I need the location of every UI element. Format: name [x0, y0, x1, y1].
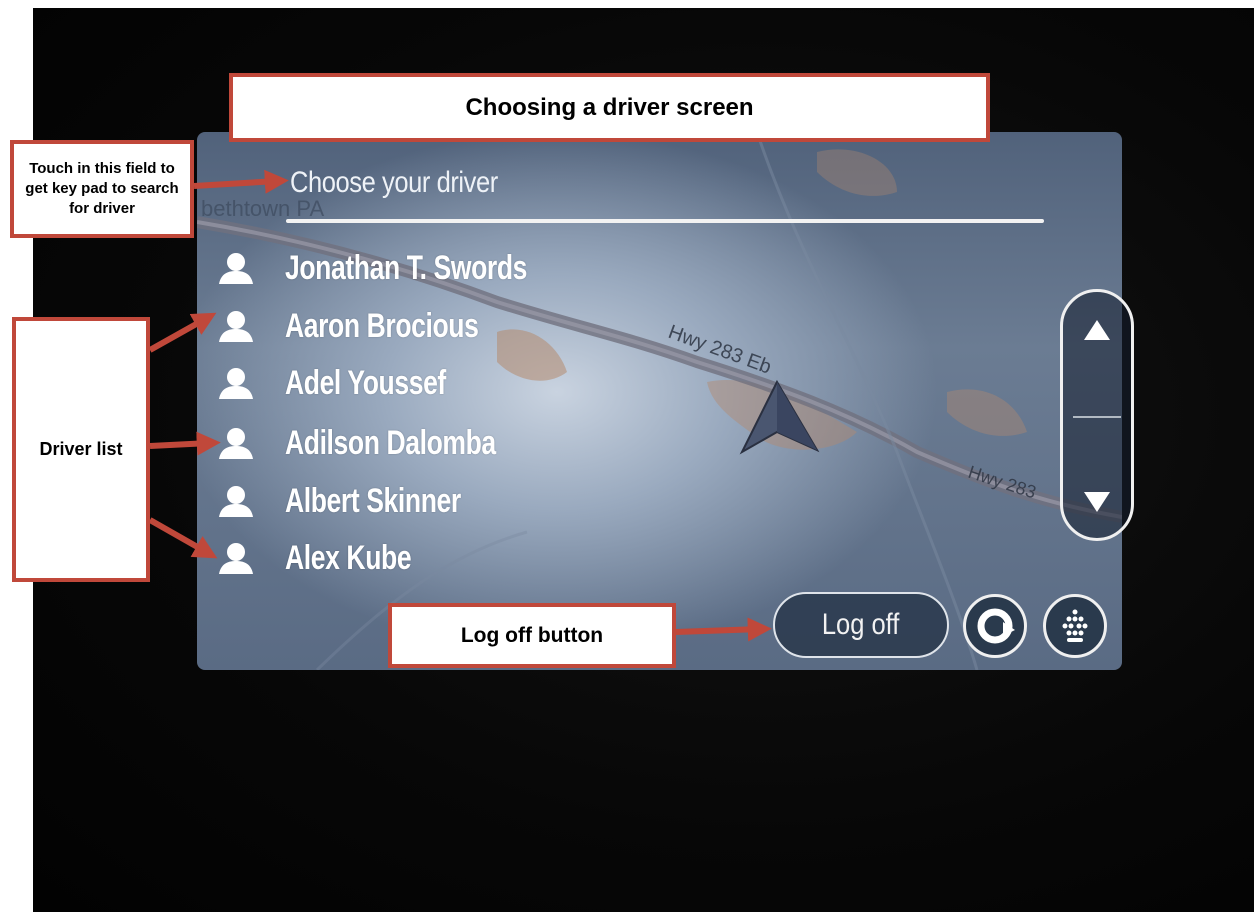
- annotation-log-off: Log off button: [388, 603, 676, 668]
- scroll-divider: [1073, 416, 1121, 418]
- map-road-label: Hwy 283: [966, 462, 1039, 503]
- refresh-icon: [977, 608, 1015, 644]
- person-icon: [215, 248, 257, 288]
- driver-name: Adel Youssef: [285, 363, 446, 402]
- refresh-button[interactable]: [963, 594, 1027, 658]
- arrow-down-icon: [1084, 492, 1110, 512]
- arrow-up-icon: [1084, 320, 1110, 340]
- driver-list-item[interactable]: Jonathan T. Swords: [215, 243, 595, 293]
- keypad-icon: [1062, 609, 1088, 642]
- scroll-control: [1060, 289, 1134, 541]
- driver-list-item[interactable]: Aaron Brocious: [215, 301, 533, 351]
- keypad-button[interactable]: [1043, 594, 1107, 658]
- search-underline: [286, 219, 1044, 223]
- driver-name: Jonathan T. Swords: [285, 248, 528, 287]
- driver-name: Aaron Brocious: [285, 306, 479, 345]
- driver-list-item[interactable]: Adel Youssef: [215, 358, 491, 408]
- scroll-up-button[interactable]: [1074, 310, 1120, 350]
- search-placeholder: Choose your driver: [290, 166, 498, 199]
- scroll-down-button[interactable]: [1074, 482, 1120, 522]
- driver-name: Albert Skinner: [285, 481, 461, 520]
- driver-name: Adilson Dalomba: [285, 423, 496, 462]
- annotation-title: Choosing a driver screen: [229, 73, 990, 142]
- person-icon: [215, 538, 257, 578]
- log-off-button[interactable]: Log off: [773, 592, 949, 658]
- person-icon: [215, 481, 257, 521]
- annotation-driver-list: Driver list: [12, 317, 150, 582]
- map-area: [817, 149, 897, 196]
- person-icon: [215, 363, 257, 403]
- driver-list-item[interactable]: Adilson Dalomba: [215, 418, 555, 468]
- driver-list-item[interactable]: Albert Skinner: [215, 476, 510, 526]
- person-icon: [215, 423, 257, 463]
- map-area: [947, 389, 1027, 436]
- person-icon: [215, 306, 257, 346]
- log-off-label: Log off: [822, 608, 900, 641]
- driver-list-item[interactable]: Alex Kube: [215, 533, 447, 583]
- annotation-touch-field: Touch in this field to get key pad to se…: [10, 140, 194, 238]
- driver-name: Alex Kube: [285, 538, 412, 577]
